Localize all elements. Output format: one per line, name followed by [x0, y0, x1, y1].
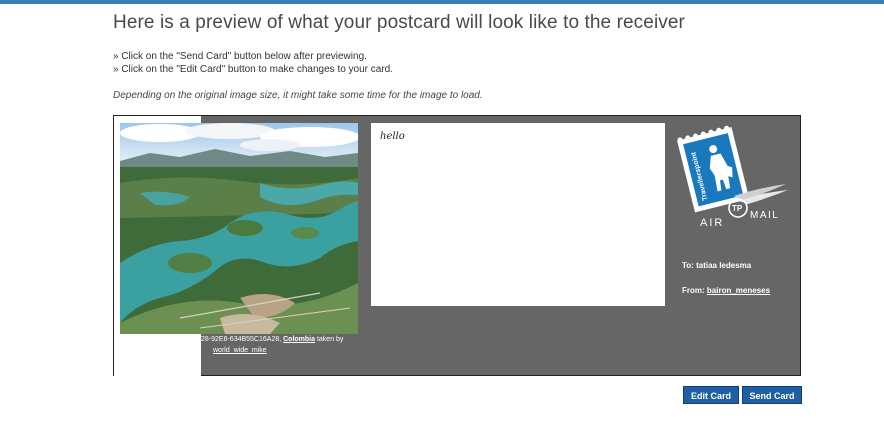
message-text: hello	[380, 131, 405, 142]
top-accent-bar	[0, 0, 884, 4]
to-label: To:	[682, 261, 694, 270]
message-area: hello	[371, 123, 665, 306]
sender-line: From: bairon_meneses	[682, 286, 770, 295]
photo-caption: 28-92E8-634B55C16A28, Colombia taken by	[201, 336, 343, 343]
edit-card-button[interactable]: Edit Card	[683, 386, 739, 404]
stamp-air-text: AIR	[700, 217, 724, 229]
photographer-link[interactable]: world_wide_mike	[213, 347, 267, 354]
stamp-via-text: VIA	[732, 198, 741, 204]
photo-id: 28-92E8-634B55C16A28,	[201, 336, 282, 343]
instruction-edit: » Click on the "Edit Card" button to mak…	[113, 64, 394, 75]
stamp-mail-text: MAIL	[750, 210, 779, 221]
airmail-stamp-icon: Travellerspoint TP AIR MAIL VIA	[676, 124, 792, 232]
postcard-photo	[120, 123, 358, 334]
recipient-line: To: tatiaa ledesma	[682, 261, 751, 270]
postcard-preview: 28-92E8-634B55C16A28, Colombia taken by …	[113, 115, 801, 376]
from-label: From:	[682, 286, 705, 295]
stamp-logo-text: TP	[732, 204, 743, 213]
location-link[interactable]: Colombia	[283, 336, 315, 343]
taken-by-label: taken by	[316, 336, 344, 343]
instruction-send: » Click on the "Send Card" button below …	[113, 51, 367, 62]
page-title: Here is a preview of what your postcard …	[113, 12, 685, 33]
recipient-name: tatiaa ledesma	[696, 261, 752, 270]
send-card-button[interactable]: Send Card	[742, 386, 802, 404]
sender-link[interactable]: bairon_meneses	[707, 286, 770, 295]
loading-note: Depending on the original image size, it…	[113, 90, 483, 101]
